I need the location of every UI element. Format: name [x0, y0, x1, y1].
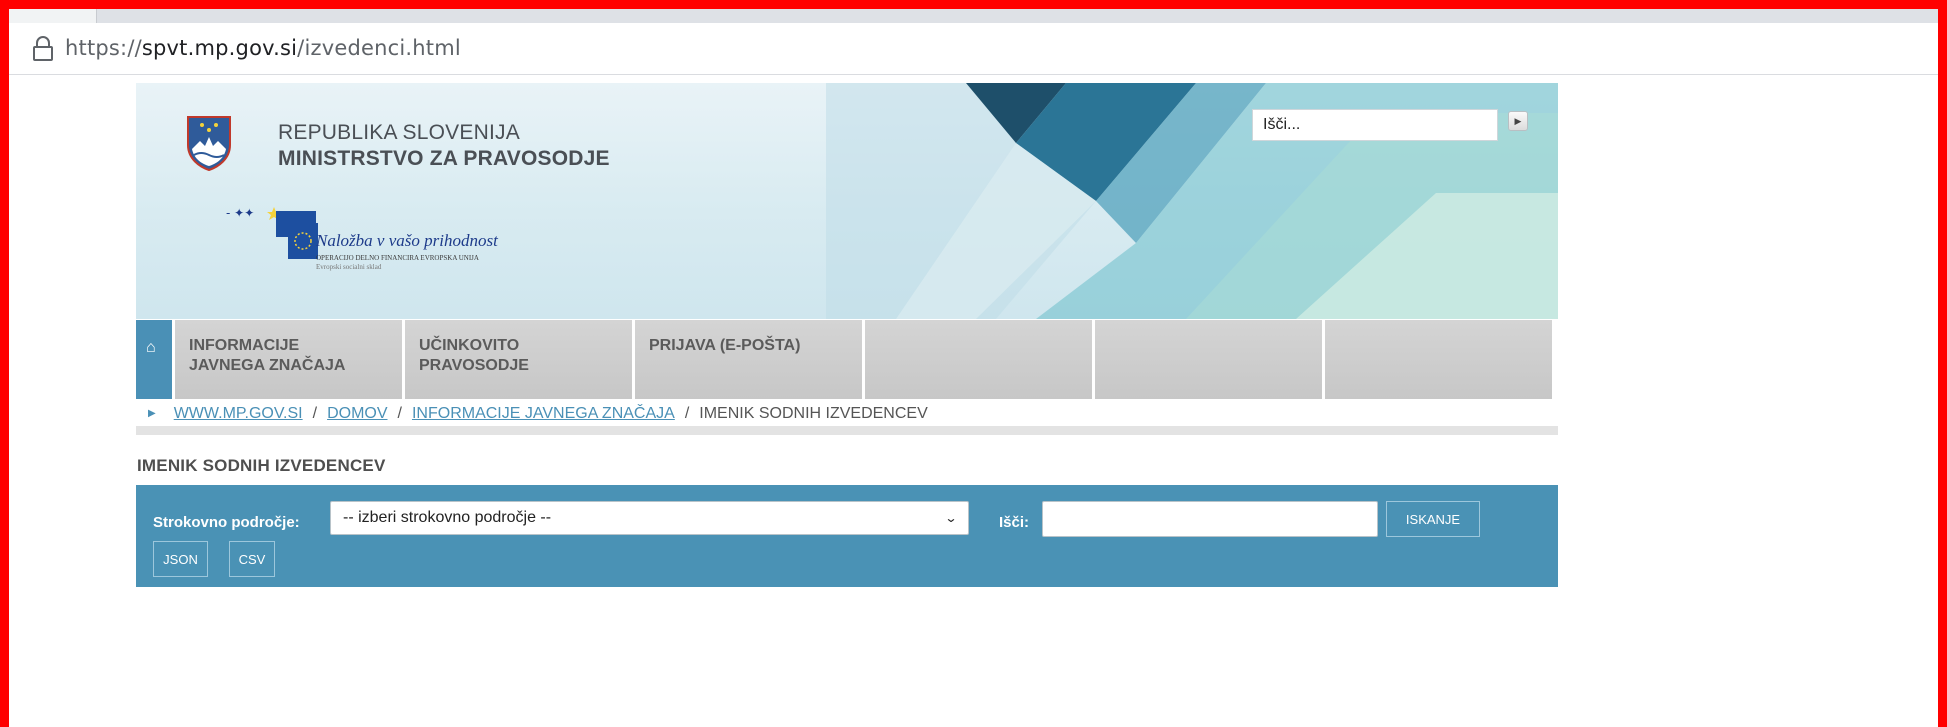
breadcrumb-separator: /	[312, 404, 318, 422]
nav-item-informacije[interactable]: INFORMACIJE JAVNEGA ZNAČAJA	[175, 320, 402, 399]
chevron-down-icon: ⌄	[944, 511, 958, 525]
lock-icon	[33, 36, 53, 61]
page-title: IMENIK SODNIH IZVEDENCEV	[137, 456, 386, 475]
url-text[interactable]: https://spvt.mp.gov.si/izvedenci.html	[65, 36, 461, 60]
nav-item-label: PRIJAVA (E-POŠTA)	[649, 337, 801, 354]
nav-item-label: INFORMACIJE JAVNEGA ZNAČAJA	[189, 337, 346, 374]
breadcrumb-current: IMENIK SODNIH IZVEDENCEV	[699, 404, 928, 422]
svg-text:- ✦✦: - ✦✦	[226, 206, 254, 220]
nav-item-empty-3[interactable]	[1325, 320, 1552, 399]
csv-export-button[interactable]: CSV	[229, 541, 275, 577]
filter-panel: Strokovno področje: -- izberi strokovno …	[136, 485, 1558, 587]
breadcrumb-separator: /	[684, 404, 690, 422]
url-path: /izvedenci.html	[297, 36, 461, 60]
eu-fund-text: Evropski socialni sklad	[316, 263, 382, 271]
nav-item-empty-1[interactable]	[865, 320, 1092, 399]
browser-tabstrip	[9, 9, 1938, 23]
home-icon: ⌂	[146, 339, 156, 356]
header-banner: REPUBLIKA SLOVENIJA MINISTRSTVO ZA PRAVO…	[136, 83, 1558, 319]
breadcrumb-link-domov[interactable]: DOMOV	[327, 405, 387, 423]
home-button[interactable]: ⌂	[136, 320, 172, 399]
site-search-box[interactable]	[1252, 109, 1498, 141]
breadcrumb: ▶ WWW.MP.GOV.SI / DOMOV / INFORMACIJE JA…	[136, 401, 1558, 435]
browser-tab[interactable]	[9, 9, 97, 23]
breadcrumb-arrow-icon: ▶	[148, 408, 156, 419]
expert-search-input[interactable]	[1042, 501, 1378, 537]
address-bar[interactable]: https://spvt.mp.gov.si/izvedenci.html	[9, 23, 1938, 75]
main-navigation: ⌂ INFORMACIJE JAVNEGA ZNAČAJA UČINKOVITO…	[136, 320, 1558, 399]
breadcrumb-link-mp[interactable]: WWW.MP.GOV.SI	[174, 405, 303, 423]
nav-item-label: UČINKOVITO PRAVOSODJE	[419, 337, 529, 374]
url-host: spvt.mp.gov.si	[141, 36, 298, 60]
area-select[interactable]: -- izberi strokovno področje -- ⌄	[330, 501, 969, 535]
coat-of-arms-icon	[187, 116, 231, 171]
json-export-button[interactable]: JSON	[153, 541, 208, 577]
nav-item-prijava[interactable]: PRIJAVA (E-POŠTA)	[635, 320, 862, 399]
search-go-button[interactable]: ▶	[1508, 111, 1528, 131]
republic-name: REPUBLIKA SLOVENIJA	[278, 121, 520, 144]
ministry-name: MINISTRSTVO ZA PRAVOSODJE	[278, 147, 610, 170]
breadcrumb-link-informacije[interactable]: INFORMACIJE JAVNEGA ZNAČAJA	[412, 405, 675, 423]
site-search-input[interactable]	[1253, 110, 1497, 140]
area-label: Strokovno področje:	[153, 514, 300, 531]
eu-flag-icon: - ✦✦	[226, 206, 318, 259]
area-select-value: -- izberi strokovno področje --	[343, 509, 552, 526]
play-arrow-icon: ▶	[1514, 115, 1522, 126]
nav-item-ucinkovito[interactable]: UČINKOVITO PRAVOSODJE	[405, 320, 632, 399]
search-label: Išči:	[999, 514, 1030, 531]
url-scheme: https://	[65, 36, 142, 60]
eu-cofinance-text: OPERACIJO DELNO FINANCIRA EVROPSKA UNIJA	[316, 254, 479, 262]
eu-slogan: Naložba v vašo prihodnost	[316, 231, 498, 250]
nav-item-empty-2[interactable]	[1095, 320, 1322, 399]
search-button[interactable]: ISKANJE	[1386, 501, 1480, 537]
breadcrumb-separator: /	[397, 404, 402, 422]
